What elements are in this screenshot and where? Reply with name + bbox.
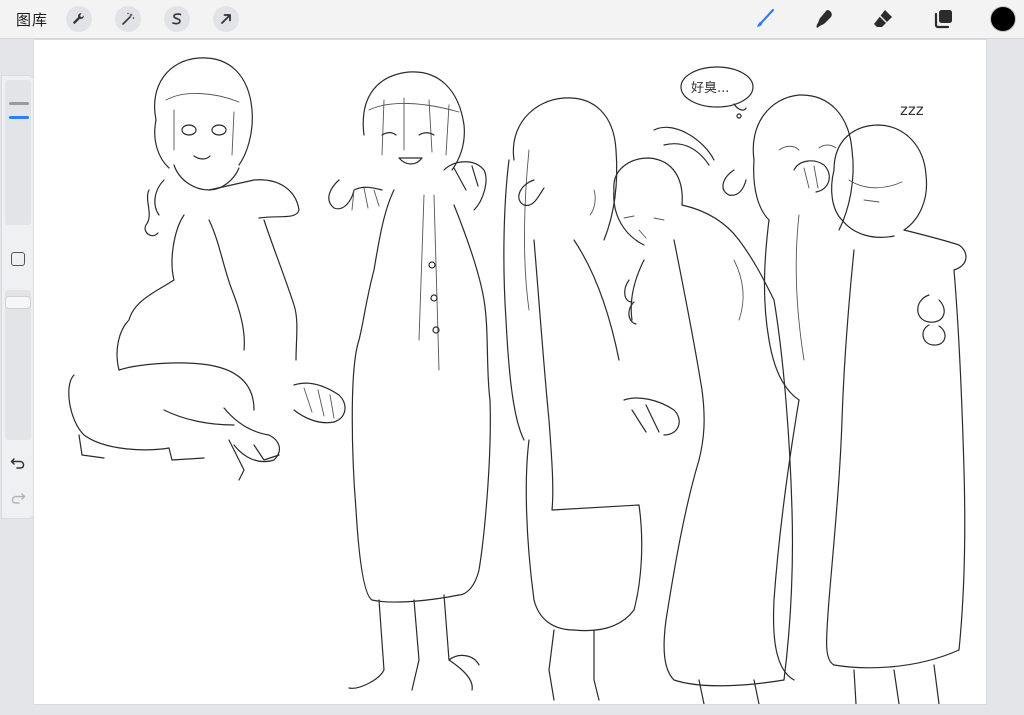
figure-long-hair	[503, 97, 680, 701]
magic-wand-icon	[122, 12, 135, 25]
modify-button[interactable]	[11, 252, 25, 266]
redo-icon	[11, 493, 26, 504]
undo-icon	[10, 458, 25, 469]
opacity-knob[interactable]	[5, 296, 31, 310]
figure-covering-face	[722, 94, 854, 681]
layers-button[interactable]	[929, 5, 957, 33]
top-toolbar: 图库	[0, 0, 1024, 39]
sketch-artwork: 好臭... zzz	[68, 57, 967, 704]
sleep-zzz-text: zzz	[900, 101, 924, 119]
wrench-icon	[73, 13, 84, 24]
eraser-icon	[874, 10, 892, 27]
undo-button[interactable]	[9, 454, 27, 472]
transform-button[interactable]	[213, 6, 239, 32]
brush-tool-button[interactable]	[750, 5, 778, 33]
brush-icon	[757, 8, 775, 27]
brush-size-knob[interactable]	[9, 116, 29, 120]
brush-size-slider[interactable]	[5, 80, 31, 225]
eraser-tool-button[interactable]	[869, 5, 897, 33]
figure-sleeping-girl	[825, 124, 967, 704]
brush-size-reference-mark	[9, 102, 29, 105]
layers-icon	[934, 10, 952, 29]
arrow-cursor-icon	[221, 14, 231, 24]
smudge-icon	[816, 9, 832, 28]
redo-button[interactable]	[9, 489, 27, 507]
speech-bubble: 好臭...	[680, 66, 754, 119]
figure-leaning-girl	[613, 126, 794, 704]
adjustments-button[interactable]	[115, 6, 141, 32]
drawing-canvas[interactable]: 好臭... zzz	[34, 40, 986, 704]
opacity-slider[interactable]	[5, 290, 31, 440]
gallery-button[interactable]: 图库	[16, 9, 48, 30]
selection-s-icon	[172, 13, 182, 25]
figure-standing-laughing	[328, 71, 491, 691]
left-sidebar	[2, 76, 34, 518]
smudge-tool-button[interactable]	[810, 5, 838, 33]
actions-button[interactable]	[66, 6, 92, 32]
color-picker-swatch[interactable]	[990, 6, 1016, 32]
selection-button[interactable]	[164, 6, 190, 32]
speech-bubble-text: 好臭...	[691, 81, 729, 96]
figure-sitting-girl	[68, 57, 346, 481]
